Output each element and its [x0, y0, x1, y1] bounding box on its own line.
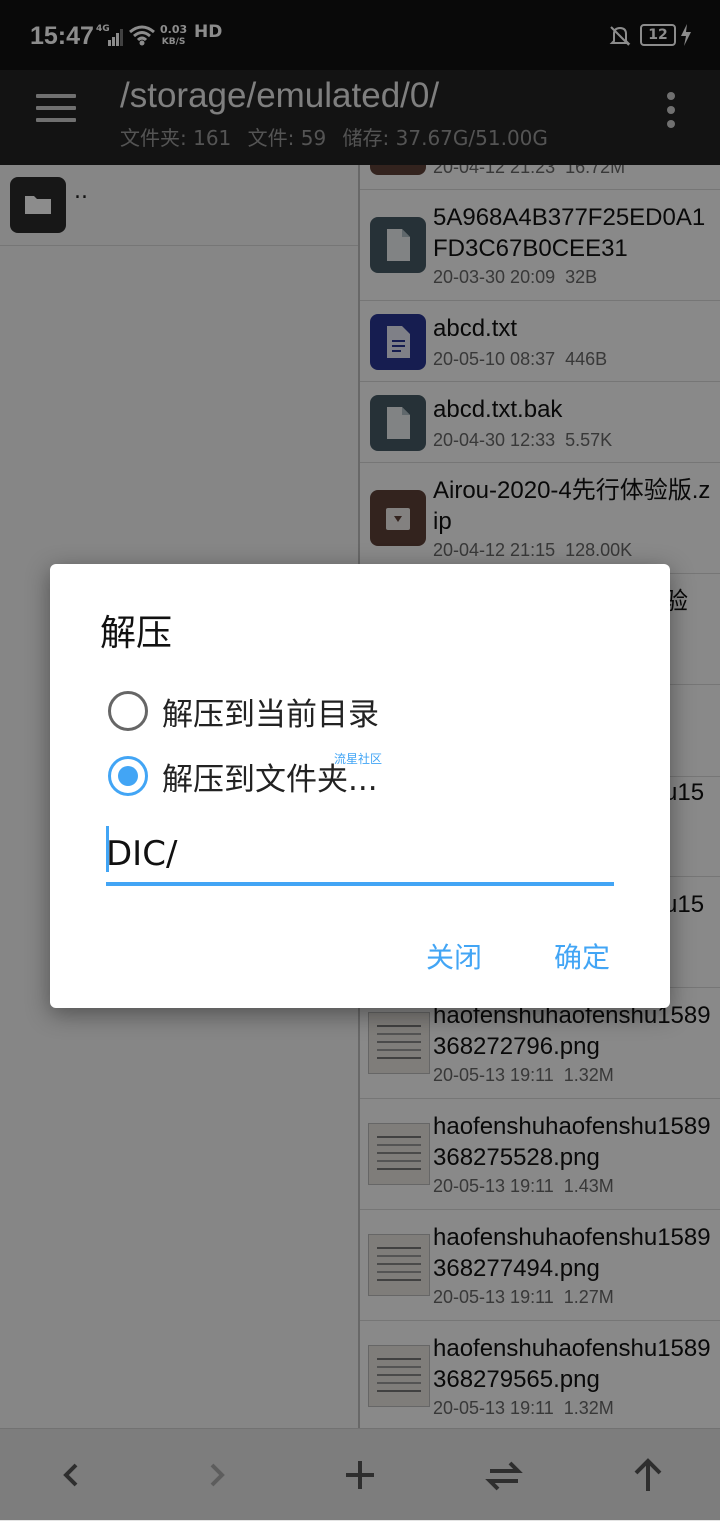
- close-button[interactable]: 关闭: [426, 936, 482, 976]
- radio-label: 解压到当前目录: [162, 697, 379, 733]
- text-cursor: [106, 826, 109, 872]
- radio-button-selected[interactable]: [108, 756, 148, 796]
- dialog-title: 解压: [100, 613, 173, 654]
- radio-extract-current[interactable]: 解压到当前目录: [108, 689, 608, 733]
- confirm-button[interactable]: 确定: [554, 936, 610, 976]
- radio-button[interactable]: [108, 691, 148, 731]
- folder-name-input[interactable]: [106, 826, 614, 886]
- extract-dialog: 解压 解压到当前目录 解压到文件夹... 流星社区 关闭 确定: [50, 564, 670, 1008]
- watermark-text: 流星社区: [334, 752, 383, 766]
